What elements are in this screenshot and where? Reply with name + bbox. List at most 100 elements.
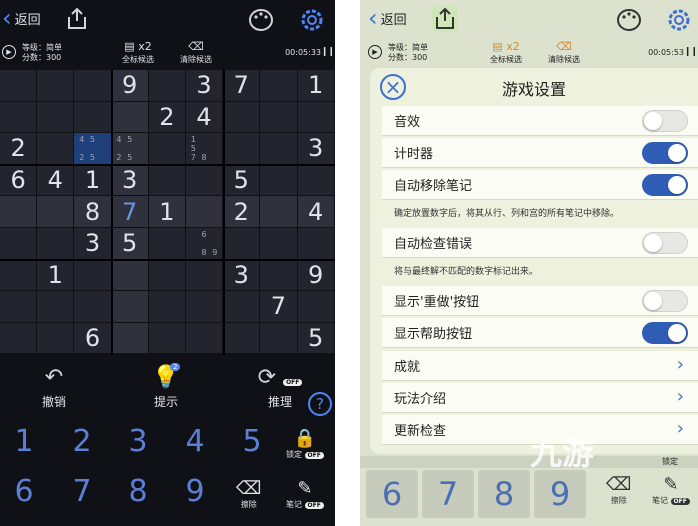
grid-cell[interactable] (185, 291, 224, 323)
grid-cell[interactable] (297, 164, 335, 197)
grid-cell[interactable] (185, 196, 224, 228)
grid-cell[interactable] (223, 133, 261, 165)
number-key[interactable]: 3 (118, 424, 158, 459)
grid-cell[interactable] (148, 259, 186, 292)
grid-cell[interactable] (260, 164, 298, 197)
back-button[interactable]: ‹ 返回 (368, 6, 407, 30)
grid-cell[interactable] (37, 70, 75, 102)
grid-cell[interactable] (148, 70, 186, 102)
play-icon[interactable]: ▶ (2, 45, 16, 59)
all-notes-button[interactable]: ▤ x2 全标候选 (108, 40, 168, 65)
grid-cell[interactable] (297, 101, 335, 134)
grid-cell[interactable]: 1578 (185, 133, 224, 165)
clear-notes-button[interactable]: ⌫ 清除候选 (166, 40, 226, 65)
grid-cell[interactable]: 5 (223, 164, 261, 197)
grid-cell[interactable] (74, 291, 112, 323)
grid-cell[interactable] (0, 259, 38, 292)
grid-cell[interactable] (260, 133, 298, 165)
grid-cell[interactable] (148, 227, 186, 260)
auto-check-toggle[interactable] (642, 232, 688, 254)
grid-cell[interactable]: 1 (37, 259, 75, 292)
grid-cell[interactable] (37, 322, 75, 355)
pause-icon[interactable]: ❙❙ (684, 47, 698, 57)
grid-cell[interactable] (0, 196, 38, 228)
grid-cell[interactable]: 4 (297, 196, 335, 228)
share-icon[interactable] (64, 6, 90, 32)
grid-cell[interactable] (74, 259, 112, 292)
grid-cell[interactable] (74, 70, 112, 102)
number-key[interactable]: 6 (366, 470, 418, 518)
number-key[interactable]: 8 (478, 470, 530, 518)
grid-cell[interactable] (148, 322, 186, 355)
grid-cell[interactable] (297, 291, 335, 323)
grid-cell[interactable] (260, 322, 298, 355)
number-key[interactable]: 5 (232, 424, 272, 459)
grid-cell[interactable] (260, 70, 298, 102)
grid-cell[interactable]: 4 (37, 164, 75, 197)
grid-cell[interactable]: 6 (0, 164, 38, 197)
grid-cell[interactable]: 7 (223, 70, 261, 102)
number-key[interactable]: 9 (175, 474, 215, 509)
palette-icon[interactable] (616, 8, 642, 32)
infer-button[interactable]: ⟳ OFF 推理 (250, 365, 310, 410)
grid-cell[interactable]: 9 (297, 259, 335, 292)
help-icon[interactable]: ? (308, 392, 332, 416)
pause-icon[interactable]: ❙❙ (321, 47, 335, 57)
grid-cell[interactable] (74, 101, 112, 134)
gear-icon[interactable] (666, 8, 692, 32)
grid-cell[interactable]: 7 (111, 196, 149, 228)
grid-cell[interactable] (185, 164, 224, 197)
grid-cell[interactable] (260, 101, 298, 134)
grid-cell[interactable]: 4 (185, 101, 224, 134)
grid-cell[interactable] (223, 291, 261, 323)
number-key[interactable]: 7 (422, 470, 474, 518)
number-key[interactable]: 4 (175, 424, 215, 459)
achievements-link[interactable]: 成就 › (382, 351, 698, 381)
grid-cell[interactable] (148, 291, 186, 323)
clear-notes-button[interactable]: ⌫ 清除候选 (534, 40, 594, 65)
grid-cell[interactable]: 5 (297, 322, 335, 355)
grid-cell[interactable]: 2 (223, 196, 261, 228)
timer-toggle[interactable] (642, 142, 688, 164)
grid-cell[interactable] (0, 291, 38, 323)
number-key[interactable]: 8 (118, 474, 158, 509)
grid-cell[interactable]: 3 (223, 259, 261, 292)
grid-cell[interactable] (111, 291, 149, 323)
erase-button[interactable]: ⌫ 擦除 (606, 474, 631, 506)
grid-cell[interactable] (37, 227, 75, 260)
play-icon[interactable]: ▶ (368, 45, 382, 59)
grid-cell[interactable]: 4525 (74, 133, 112, 165)
grid-cell[interactable] (37, 133, 75, 165)
grid-cell[interactable]: 3 (185, 70, 224, 102)
grid-cell[interactable]: 1 (74, 164, 112, 197)
grid-cell[interactable] (297, 227, 335, 260)
all-notes-button[interactable]: ▤ x2 全标候选 (476, 40, 536, 65)
grid-cell[interactable]: 8 (74, 196, 112, 228)
grid-cell[interactable]: 6 (74, 322, 112, 355)
number-key[interactable]: 7 (62, 474, 102, 509)
erase-button[interactable]: ⌫ 擦除 (236, 478, 261, 510)
grid-cell[interactable]: 3 (297, 133, 335, 165)
grid-cell[interactable] (37, 196, 75, 228)
grid-cell[interactable] (185, 322, 224, 355)
grid-cell[interactable] (260, 259, 298, 292)
grid-cell[interactable]: 9 (111, 70, 149, 102)
grid-cell[interactable]: 4525 (111, 133, 149, 165)
palette-icon[interactable] (248, 8, 274, 32)
number-key[interactable]: 9 (534, 470, 586, 518)
undo-button[interactable]: ↶ 撤销 (24, 365, 84, 410)
grid-cell[interactable] (37, 291, 75, 323)
number-key[interactable]: 6 (4, 474, 44, 509)
hint-button[interactable]: 💡 2 提示 (136, 363, 196, 410)
grid-cell[interactable]: 5 (111, 227, 149, 260)
grid-cell[interactable] (185, 259, 224, 292)
howto-link[interactable]: 玩法介绍 › (382, 383, 698, 413)
grid-cell[interactable]: 3 (74, 227, 112, 260)
grid-cell[interactable] (223, 322, 261, 355)
grid-cell[interactable] (0, 70, 38, 102)
grid-cell[interactable] (0, 322, 38, 355)
back-button[interactable]: ‹ 返回 (2, 6, 41, 30)
grid-cell[interactable]: 1 (148, 196, 186, 228)
auto-remove-toggle[interactable] (642, 174, 688, 196)
grid-cell[interactable] (37, 101, 75, 134)
